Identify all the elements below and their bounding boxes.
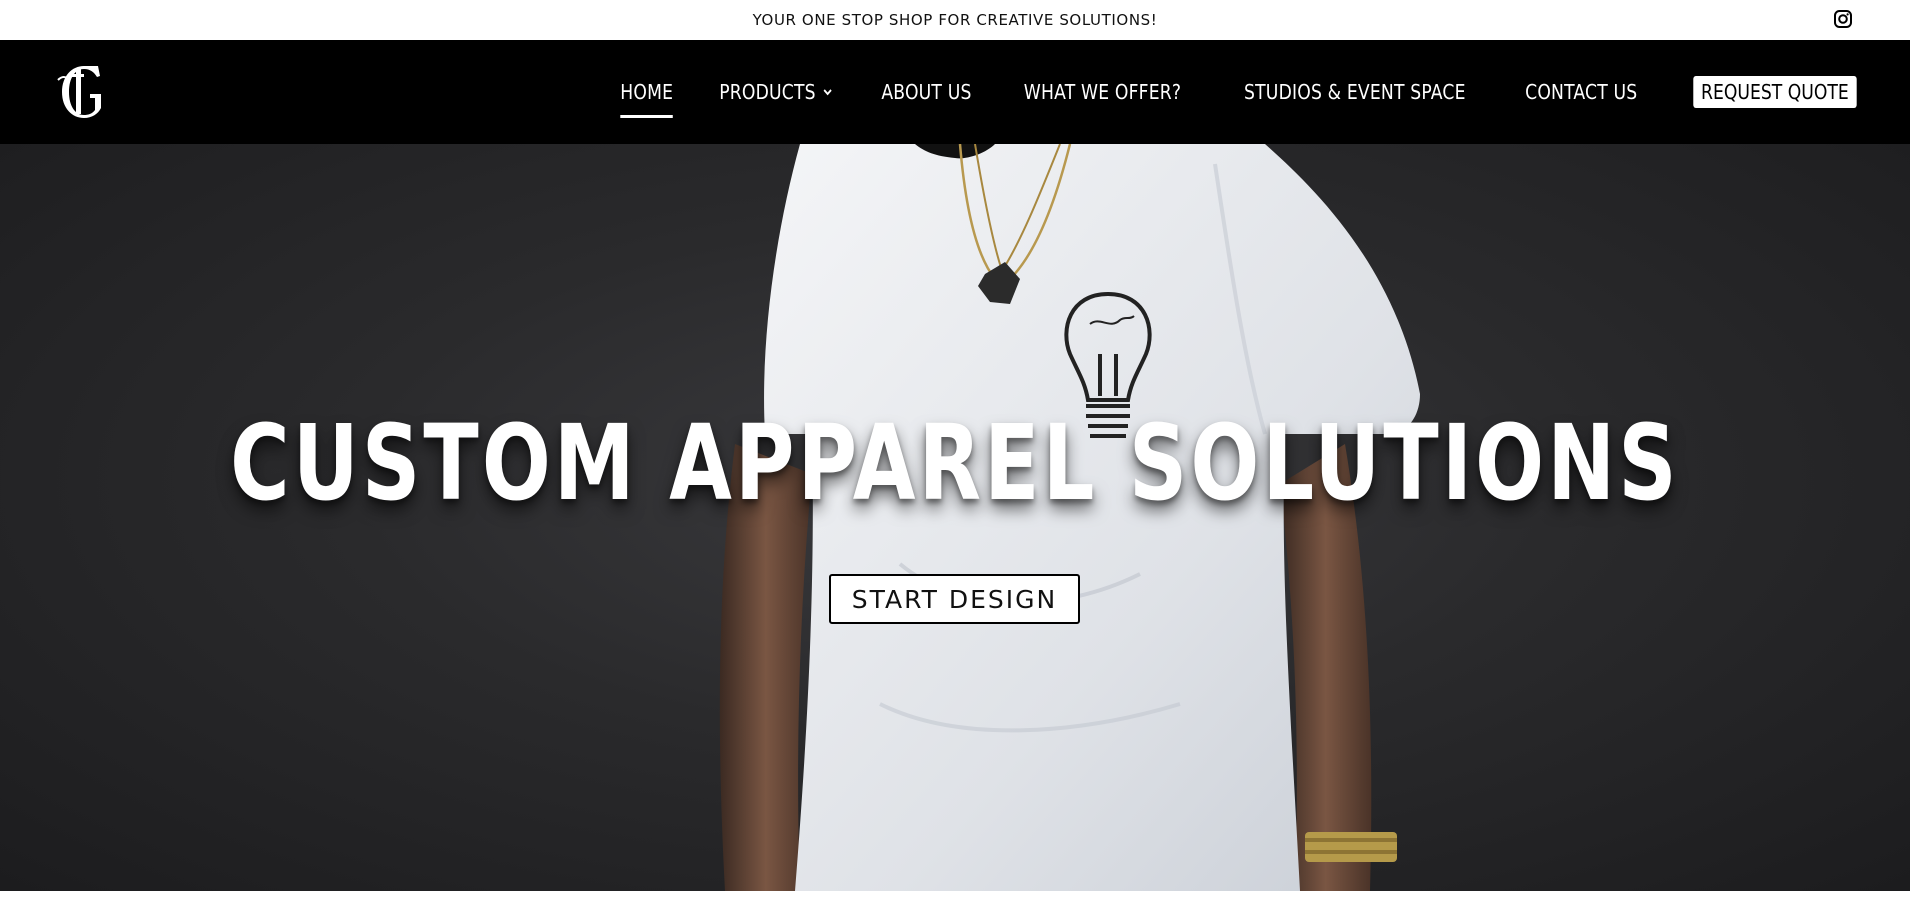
nav-what-we-offer[interactable]: WHAT WE OFFER?: [1010, 80, 1195, 104]
instagram-icon[interactable]: [1833, 9, 1853, 29]
hero-section: CUSTOM APPAREL SOLUTIONS START DESIGN: [0, 144, 1910, 891]
page-continuation: [0, 891, 1910, 923]
nav-what-we-offer-label: WHAT WE OFFER?: [1023, 80, 1182, 104]
nav-products-label: PRODUCTS: [719, 80, 816, 104]
nav-products[interactable]: PRODUCTS: [705, 80, 846, 104]
request-quote-button[interactable]: REQUEST QUOTE: [1693, 76, 1857, 108]
nav-about-us[interactable]: ABOUT US: [868, 80, 986, 104]
gothic-g-logo[interactable]: [54, 60, 106, 124]
nav-contact-us-label: CONTACT US: [1524, 80, 1638, 104]
chevron-down-icon: [823, 89, 832, 96]
announcement-bar: YOUR ONE STOP SHOP FOR CREATIVE SOLUTION…: [0, 0, 1910, 40]
nav-home-label: HOME: [620, 80, 674, 104]
announcement-text: YOUR ONE STOP SHOP FOR CREATIVE SOLUTION…: [752, 11, 1158, 29]
start-design-button[interactable]: START DESIGN: [829, 574, 1080, 624]
nav-studios-event-space[interactable]: STUDIOS & EVENT SPACE: [1230, 80, 1479, 104]
nav-home[interactable]: HOME: [607, 80, 687, 118]
nav-studios-event-space-label: STUDIOS & EVENT SPACE: [1243, 80, 1466, 104]
nav-contact-us[interactable]: CONTACT US: [1511, 80, 1651, 104]
site-header: HOME PRODUCTS ABOUT US WHAT WE OFFER? ST…: [0, 40, 1910, 144]
nav-about-us-label: ABOUT US: [881, 80, 972, 104]
hero-title: CUSTOM APPAREL SOLUTIONS: [230, 402, 1680, 524]
main-nav: HOME PRODUCTS ABOUT US WHAT WE OFFER? ST…: [600, 40, 1870, 144]
